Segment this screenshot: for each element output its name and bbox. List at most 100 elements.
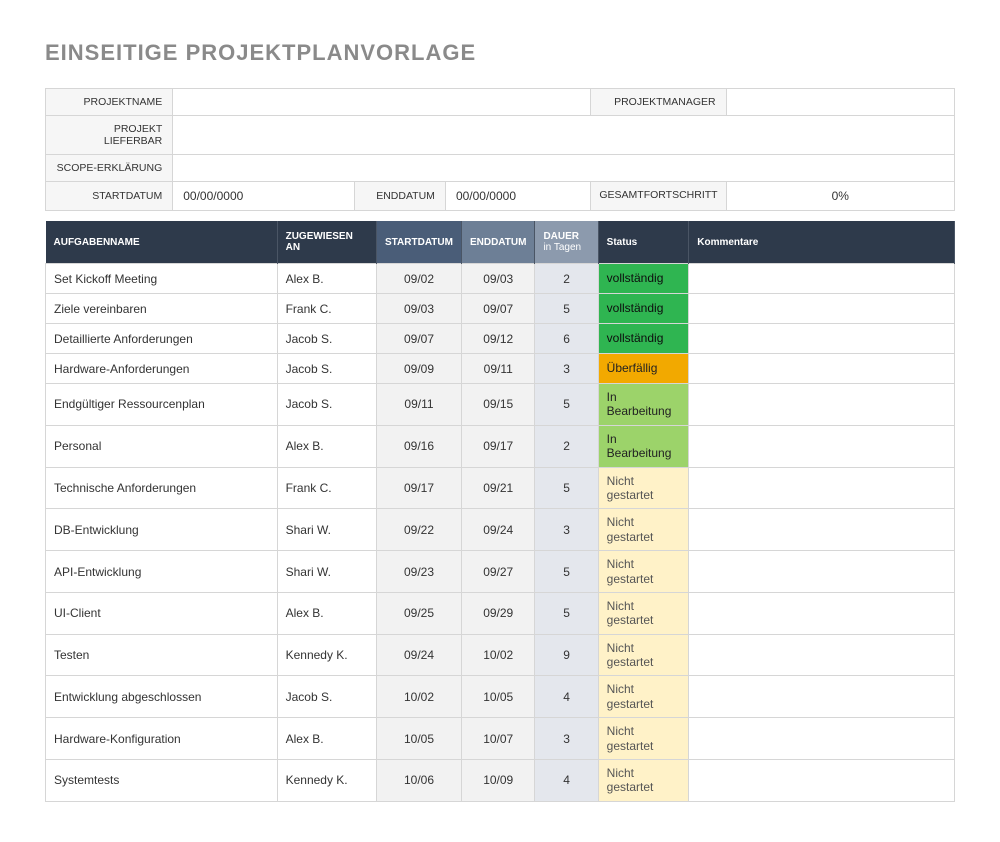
- cell-status[interactable]: Nicht gestartet: [598, 634, 689, 676]
- cell-duration[interactable]: 2: [535, 264, 598, 294]
- cell-duration[interactable]: 4: [535, 760, 598, 802]
- cell-task[interactable]: Testen: [46, 634, 278, 676]
- cell-assigned[interactable]: Kennedy K.: [277, 760, 376, 802]
- cell-status[interactable]: vollständig: [598, 264, 689, 294]
- cell-assigned[interactable]: Frank C.: [277, 294, 376, 324]
- cell-end[interactable]: 10/09: [461, 760, 534, 802]
- value-scope[interactable]: [173, 155, 955, 182]
- cell-start[interactable]: 09/23: [377, 551, 462, 593]
- cell-duration[interactable]: 5: [535, 384, 598, 426]
- cell-comment[interactable]: [689, 592, 955, 634]
- cell-end[interactable]: 09/15: [461, 384, 534, 426]
- cell-duration[interactable]: 3: [535, 509, 598, 551]
- cell-status[interactable]: Überfällig: [598, 354, 689, 384]
- cell-task[interactable]: Hardware-Konfiguration: [46, 718, 278, 760]
- cell-comment[interactable]: [689, 354, 955, 384]
- cell-task[interactable]: UI-Client: [46, 592, 278, 634]
- cell-comment[interactable]: [689, 467, 955, 509]
- cell-status[interactable]: vollständig: [598, 294, 689, 324]
- value-deliverable[interactable]: [173, 116, 955, 155]
- cell-status[interactable]: Nicht gestartet: [598, 676, 689, 718]
- cell-assigned[interactable]: Jacob S.: [277, 676, 376, 718]
- cell-end[interactable]: 09/03: [461, 264, 534, 294]
- cell-comment[interactable]: [689, 718, 955, 760]
- cell-assigned[interactable]: Alex B.: [277, 592, 376, 634]
- cell-task[interactable]: Set Kickoff Meeting: [46, 264, 278, 294]
- cell-status[interactable]: Nicht gestartet: [598, 760, 689, 802]
- cell-duration[interactable]: 5: [535, 551, 598, 593]
- cell-status[interactable]: In Bearbeitung: [598, 425, 689, 467]
- cell-start[interactable]: 09/09: [377, 354, 462, 384]
- cell-end[interactable]: 09/24: [461, 509, 534, 551]
- cell-comment[interactable]: [689, 551, 955, 593]
- value-project-manager[interactable]: [726, 89, 954, 116]
- cell-status[interactable]: Nicht gestartet: [598, 592, 689, 634]
- cell-duration[interactable]: 5: [535, 294, 598, 324]
- cell-comment[interactable]: [689, 634, 955, 676]
- cell-assigned[interactable]: Jacob S.: [277, 384, 376, 426]
- cell-status[interactable]: Nicht gestartet: [598, 551, 689, 593]
- cell-end[interactable]: 09/27: [461, 551, 534, 593]
- cell-task[interactable]: Detaillierte Anforderungen: [46, 324, 278, 354]
- cell-duration[interactable]: 3: [535, 354, 598, 384]
- cell-assigned[interactable]: Alex B.: [277, 264, 376, 294]
- cell-duration[interactable]: 4: [535, 676, 598, 718]
- cell-comment[interactable]: [689, 384, 955, 426]
- cell-status[interactable]: Nicht gestartet: [598, 509, 689, 551]
- value-project-name[interactable]: [173, 89, 591, 116]
- cell-start[interactable]: 09/03: [377, 294, 462, 324]
- cell-end[interactable]: 10/07: [461, 718, 534, 760]
- cell-start[interactable]: 09/07: [377, 324, 462, 354]
- cell-assigned[interactable]: Shari W.: [277, 551, 376, 593]
- cell-end[interactable]: 09/11: [461, 354, 534, 384]
- cell-assigned[interactable]: Alex B.: [277, 718, 376, 760]
- cell-end[interactable]: 09/07: [461, 294, 534, 324]
- cell-start[interactable]: 09/17: [377, 467, 462, 509]
- cell-task[interactable]: Personal: [46, 425, 278, 467]
- cell-task[interactable]: Ziele vereinbaren: [46, 294, 278, 324]
- cell-assigned[interactable]: Kennedy K.: [277, 634, 376, 676]
- cell-start[interactable]: 10/02: [377, 676, 462, 718]
- cell-task[interactable]: Hardware-Anforderungen: [46, 354, 278, 384]
- cell-end[interactable]: 10/05: [461, 676, 534, 718]
- cell-comment[interactable]: [689, 264, 955, 294]
- cell-duration[interactable]: 5: [535, 592, 598, 634]
- cell-duration[interactable]: 2: [535, 425, 598, 467]
- cell-assigned[interactable]: Jacob S.: [277, 354, 376, 384]
- cell-end[interactable]: 09/12: [461, 324, 534, 354]
- cell-start[interactable]: 09/11: [377, 384, 462, 426]
- cell-comment[interactable]: [689, 760, 955, 802]
- value-start[interactable]: 00/00/0000: [173, 182, 355, 211]
- cell-start[interactable]: 09/02: [377, 264, 462, 294]
- cell-task[interactable]: Technische Anforderungen: [46, 467, 278, 509]
- cell-start[interactable]: 10/05: [377, 718, 462, 760]
- cell-status[interactable]: Nicht gestartet: [598, 718, 689, 760]
- value-end[interactable]: 00/00/0000: [445, 182, 590, 211]
- cell-status[interactable]: In Bearbeitung: [598, 384, 689, 426]
- cell-end[interactable]: 10/02: [461, 634, 534, 676]
- cell-end[interactable]: 09/21: [461, 467, 534, 509]
- cell-start[interactable]: 10/06: [377, 760, 462, 802]
- cell-comment[interactable]: [689, 425, 955, 467]
- cell-task[interactable]: Endgültiger Ressourcenplan: [46, 384, 278, 426]
- cell-comment[interactable]: [689, 324, 955, 354]
- cell-comment[interactable]: [689, 294, 955, 324]
- cell-task[interactable]: API-Entwicklung: [46, 551, 278, 593]
- cell-status[interactable]: Nicht gestartet: [598, 467, 689, 509]
- cell-assigned[interactable]: Alex B.: [277, 425, 376, 467]
- cell-assigned[interactable]: Shari W.: [277, 509, 376, 551]
- cell-status[interactable]: vollständig: [598, 324, 689, 354]
- cell-duration[interactable]: 9: [535, 634, 598, 676]
- cell-start[interactable]: 09/24: [377, 634, 462, 676]
- cell-duration[interactable]: 6: [535, 324, 598, 354]
- cell-assigned[interactable]: Frank C.: [277, 467, 376, 509]
- cell-task[interactable]: Systemtests: [46, 760, 278, 802]
- cell-end[interactable]: 09/29: [461, 592, 534, 634]
- cell-comment[interactable]: [689, 509, 955, 551]
- cell-start[interactable]: 09/16: [377, 425, 462, 467]
- cell-end[interactable]: 09/17: [461, 425, 534, 467]
- cell-assigned[interactable]: Jacob S.: [277, 324, 376, 354]
- cell-comment[interactable]: [689, 676, 955, 718]
- cell-start[interactable]: 09/22: [377, 509, 462, 551]
- cell-task[interactable]: DB-Entwicklung: [46, 509, 278, 551]
